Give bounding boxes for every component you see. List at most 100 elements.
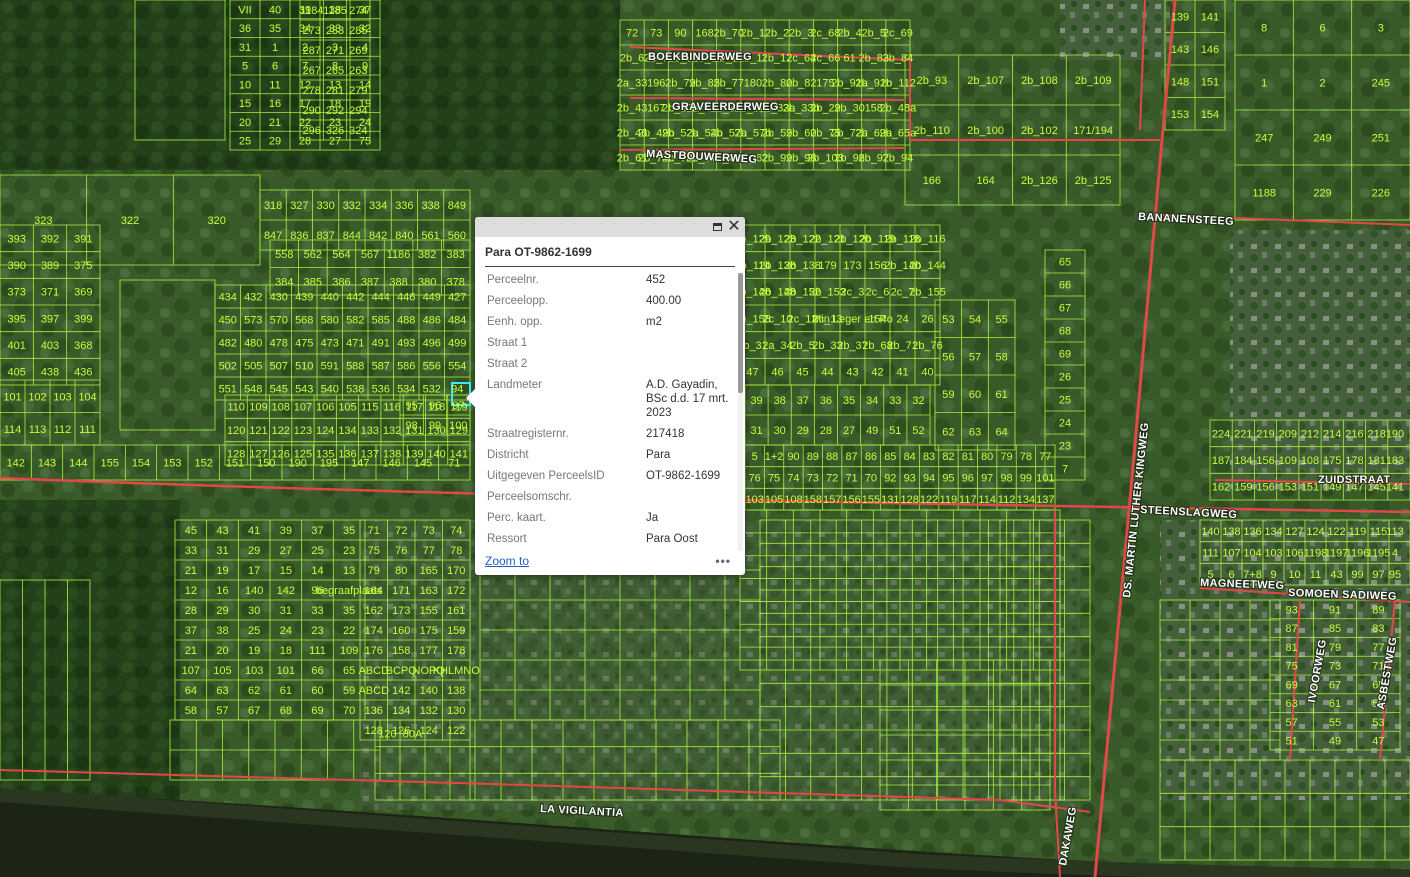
parcel-label: 103 (1264, 548, 1282, 560)
parcel-label: 395 (7, 313, 25, 325)
parcel-label: 75 (768, 473, 780, 485)
parcel-label: 290 (302, 105, 320, 117)
popup-scrollbar[interactable] (738, 273, 743, 551)
parcel-label: 591 (321, 361, 339, 373)
parcel-label: 1195 (1367, 548, 1391, 560)
parcel-label: 2b_144 (909, 260, 946, 272)
parcel-label: 30 (774, 425, 786, 437)
parcel-label: 214 (1323, 428, 1341, 440)
parcel-label: 493 (397, 338, 415, 350)
parcel-label: 45 (796, 367, 808, 379)
parcel-label: 134 (338, 425, 356, 437)
parcel-label: 178 (447, 645, 465, 657)
attribute-value: OT-9862-1699 (646, 470, 721, 482)
popup-scrollbar-thumb[interactable] (738, 273, 743, 393)
parcel-label: 159 (1234, 482, 1252, 494)
parcel-popup[interactable]: ✕ Para OT-9862-1699 Perceelnr. 452 Perceel… (466, 217, 745, 575)
parcel-label: 151 (226, 458, 244, 470)
attribute-value: Para (646, 449, 671, 461)
zoom-to-link[interactable]: Zoom to (485, 554, 529, 568)
parcel-label: 37 (311, 525, 323, 537)
parcel-label: 510 (295, 361, 313, 373)
parcel-label: 33 (889, 395, 901, 407)
parcel-label: 439 (295, 292, 313, 304)
parcel-label: 165 (420, 565, 438, 577)
attribute-row: Straatregisternr. 217418 (475, 427, 737, 441)
parcel-label: 107 (182, 665, 200, 677)
attribute-key: Perceelsomschr. (487, 491, 573, 503)
parcel-label: 31 (216, 545, 228, 557)
parcel-label: 219 (1256, 428, 1274, 440)
parcel-label: 124 (1306, 526, 1324, 538)
attribute-row: Districht Para (475, 448, 737, 462)
parcel-label: 104 (1243, 548, 1261, 560)
parcel-label: 153 (1279, 482, 1297, 494)
parcel-label: 190 (1386, 428, 1404, 440)
parcel-label: 35 (343, 605, 355, 617)
parcel-label: 438 (41, 367, 59, 379)
parcel-label: 61 (280, 685, 292, 697)
imagery-town-east (1230, 230, 1410, 490)
parcel-label: 49 (1329, 736, 1341, 748)
attribute-row: Straat 2 (475, 357, 737, 371)
more-actions-icon[interactable]: ••• (715, 554, 731, 568)
parcel-label: 123 (294, 425, 312, 437)
parcel-label: 175 (420, 625, 438, 637)
parcel-label: 480 (244, 338, 262, 350)
parcel-label: 71 (368, 525, 380, 537)
parcel-label: 63 (216, 685, 228, 697)
parcel-label: 164 (976, 175, 994, 187)
parcel-label: 386 (332, 276, 350, 288)
parcel-label: 43 (846, 367, 858, 379)
parcel-label: 23 (311, 625, 323, 637)
parcel-label: 383 (447, 249, 465, 261)
parcel-label: VII (238, 4, 251, 16)
parcel-label: 587 (372, 361, 390, 373)
attribute-key: Straatregisternr. (487, 428, 569, 440)
parcel-label: 1185 (323, 5, 347, 17)
maximize-button[interactable] (709, 219, 725, 235)
parcel-label: 573 (244, 315, 262, 327)
parcel-label: 269 (349, 45, 367, 57)
parcel-label: 13 (343, 565, 355, 577)
parcel-label: 70 (865, 473, 877, 485)
parcel-label: 38 (216, 625, 228, 637)
parcel-label: 39 (280, 525, 292, 537)
attribute-table: Perceelnr. 452 Perceelopp. 400.00 Eenh. opp.… (475, 273, 737, 545)
parcel-label: 129 (450, 425, 468, 437)
parcel-label: 54 (969, 314, 981, 326)
parcel-label: 507 (270, 361, 288, 373)
parcel-label: 2b_110 (914, 125, 950, 137)
parcel-label: 77 (1372, 642, 1384, 654)
parcel-label: 73 (650, 28, 662, 40)
parcel-label: 842 (369, 230, 387, 242)
parcel-label: 176 (365, 645, 383, 657)
parcel-label: 86 (865, 451, 877, 463)
parcel-label: 75 (368, 545, 380, 557)
parcel-label: 81 (962, 451, 974, 463)
parcel-label: 173 (392, 605, 410, 617)
parcel-label: 142 (277, 585, 295, 597)
parcel-label: 170 (447, 565, 465, 577)
parcel-label: 2b_82 (786, 78, 817, 90)
attribute-row: Uitgegeven PerceelsID OT-9862-1699 (475, 469, 737, 483)
parcel-label: 177 (420, 645, 438, 657)
parcel-label: 122 (447, 725, 465, 737)
parcel-label: 488 (397, 315, 415, 327)
parcel-label: 43 (1330, 569, 1342, 581)
close-button[interactable]: ✕ (726, 219, 742, 235)
parcel-label: 105 (765, 494, 783, 506)
parcel-label: 16 (269, 98, 281, 110)
parcel-label: 840 (395, 230, 413, 242)
parcel-label: 2b_77 (713, 78, 744, 90)
parcel-label: 551 (219, 384, 237, 396)
parcel-label: 75 (1286, 661, 1298, 673)
parcel-label: 73 (1329, 661, 1341, 673)
parcel-label: 21 (185, 565, 197, 577)
parcel-label: 132 (420, 705, 438, 717)
parcel-label: 273 (302, 25, 320, 37)
attribute-key: Districht (487, 449, 529, 461)
parcel-label: 99 (1020, 473, 1032, 485)
parcel-label: 434 (219, 292, 237, 304)
popup-header: ✕ (475, 217, 745, 237)
